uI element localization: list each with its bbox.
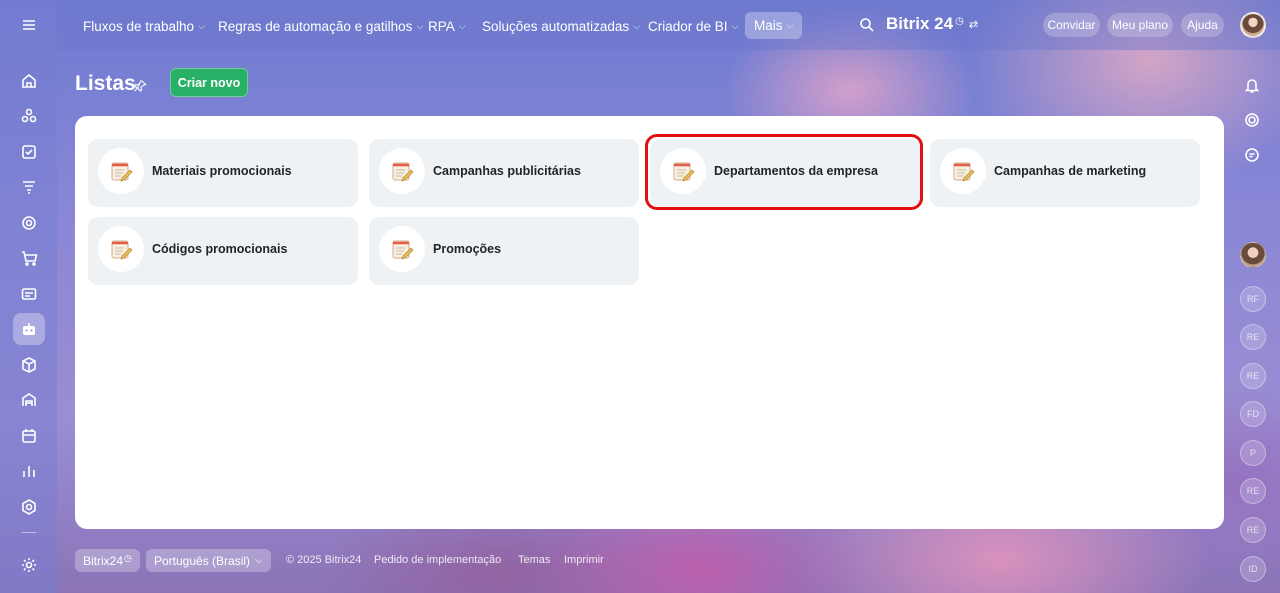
contact-avatar[interactable] <box>1240 242 1266 268</box>
footer-brand-label: Bitrix24 <box>83 553 124 568</box>
list-notepad-icon <box>940 148 986 194</box>
chevron-down-icon: ⌵ <box>198 20 205 31</box>
list-card-promotional-materials[interactable]: Materiais promocionais <box>88 139 358 207</box>
box-icon[interactable] <box>13 349 45 381</box>
sidebar-divider <box>22 532 36 533</box>
chevron-down-icon: ⌵ <box>458 20 466 31</box>
footer-link-print[interactable]: Imprimir <box>564 554 604 566</box>
nav-rpa[interactable]: RPA ⌵ <box>428 17 466 35</box>
footer-link-implementation[interactable]: Pedido de implementação <box>374 554 501 566</box>
list-card-advertising-campaigns[interactable]: Campanhas publicitárias <box>369 139 639 207</box>
highlight-annotation <box>645 134 923 210</box>
chevron-down-icon: ⌵ <box>731 20 739 31</box>
contact-avatar[interactable]: P <box>1240 440 1266 466</box>
nav-more-label: Mais <box>754 18 783 33</box>
right-rail: RF RE RE FD P RE RE ID <box>1224 50 1280 593</box>
home-icon[interactable] <box>13 65 45 97</box>
nav-bi-builder-label: Criador de BI <box>648 18 728 34</box>
list-card-promotions[interactable]: Promoções <box>369 217 639 285</box>
crm-icon[interactable] <box>13 100 45 132</box>
brand-logo[interactable]: Bitrix 24 ◷ ⇄ <box>886 14 978 34</box>
brand-name: Bitrix 24 <box>886 14 954 33</box>
pin-icon[interactable] <box>133 79 147 93</box>
footer-brand-chip[interactable]: Bitrix24 ◷ <box>75 549 140 572</box>
nav-more[interactable]: Mais ⌵ <box>745 12 803 39</box>
calendar-icon[interactable] <box>13 420 45 452</box>
create-new-button[interactable]: Criar novo <box>170 68 248 97</box>
list-card-label: Promoções <box>433 242 502 256</box>
list-card-promo-codes[interactable]: Códigos promocionais <box>88 217 358 285</box>
contact-avatar[interactable]: FD <box>1240 401 1266 427</box>
list-card-label: Códigos promocionais <box>152 242 288 256</box>
language-label: Português (Brasil) <box>154 553 251 568</box>
nav-workflows-label: Fluxos de trabalho <box>83 18 195 34</box>
footer-link-themes[interactable]: Temas <box>518 554 550 566</box>
search-icon[interactable] <box>858 16 876 34</box>
page-title: Listas <box>75 72 136 95</box>
automation-robot-icon[interactable] <box>13 313 45 345</box>
nav-automation-rules-label: Regras de automação e gatilhos <box>218 18 413 34</box>
copyright-text: © 2025 Bitrix24 <box>286 554 362 566</box>
hexagon-icon[interactable] <box>13 491 45 523</box>
nav-rpa-label: RPA <box>428 18 455 34</box>
list-notepad-icon <box>98 226 144 272</box>
list-notepad-icon <box>98 148 144 194</box>
tasks-icon[interactable] <box>13 136 45 168</box>
list-notepad-icon <box>379 148 425 194</box>
warehouse-icon[interactable] <box>13 384 45 416</box>
list-notepad-icon <box>379 226 425 272</box>
clock-icon: ◷ <box>124 552 132 563</box>
cart-icon[interactable] <box>13 242 45 274</box>
list-card-label: Campanhas de marketing <box>994 164 1147 178</box>
contact-avatar[interactable]: RE <box>1240 363 1266 389</box>
left-sidebar <box>0 0 57 593</box>
contact-avatar[interactable]: RE <box>1240 324 1266 350</box>
my-plan-button[interactable]: Meu plano <box>1107 13 1173 37</box>
chevron-down-icon: ⌵ <box>416 20 424 31</box>
user-avatar[interactable] <box>1240 12 1266 38</box>
clock-icon: ◷ <box>955 15 964 27</box>
invite-button[interactable]: Convidar <box>1043 13 1100 37</box>
contact-avatar[interactable]: RF <box>1240 286 1266 312</box>
chevron-down-icon: ⌵ <box>255 555 263 566</box>
contact-avatar[interactable]: RE <box>1240 517 1266 543</box>
list-card-label: Campanhas publicitárias <box>433 164 581 178</box>
language-selector[interactable]: Português (Brasil) ⌵ <box>146 549 271 572</box>
card-icon[interactable] <box>13 278 45 310</box>
chevron-down-icon: ⌵ <box>633 20 640 31</box>
contact-avatar[interactable]: RE <box>1240 478 1266 504</box>
contact-avatar[interactable]: ID <box>1240 556 1266 582</box>
copilot-icon[interactable] <box>1241 109 1263 131</box>
nav-automation-rules[interactable]: Regras de automação e gatilhos ⌵ <box>218 17 423 35</box>
nav-bi-builder[interactable]: Criador de BI ⌵ <box>648 17 738 35</box>
swap-icon: ⇄ <box>968 18 979 31</box>
target-icon[interactable] <box>13 207 45 239</box>
menu-icon[interactable] <box>13 9 45 41</box>
bell-icon[interactable] <box>1241 74 1263 96</box>
help-button[interactable]: Ajuda <box>1181 13 1224 37</box>
list-card-marketing-campaigns[interactable]: Campanhas de marketing <box>930 139 1200 207</box>
nav-automated-solutions-label: Soluções automatizadas <box>482 18 630 34</box>
analytics-icon[interactable] <box>13 455 45 487</box>
settings-gear-icon[interactable] <box>13 549 45 581</box>
nav-workflows[interactable]: Fluxos de trabalho ⌵ <box>83 17 205 35</box>
chevron-down-icon: ⌵ <box>786 20 794 30</box>
funnel-icon[interactable] <box>13 171 45 203</box>
list-card-label: Materiais promocionais <box>152 164 292 178</box>
chat-icon[interactable] <box>1241 144 1263 166</box>
nav-automated-solutions[interactable]: Soluções automatizadas ⌵ <box>482 17 640 35</box>
